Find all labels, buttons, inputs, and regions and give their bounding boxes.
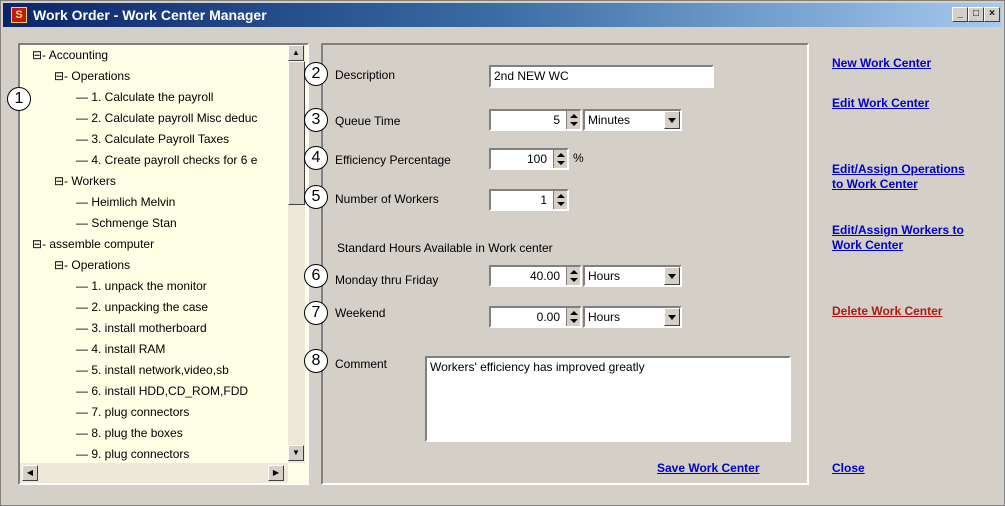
queue-time-input[interactable]: 5 [489, 109, 582, 131]
tree-node[interactable]: — Heimlich Melvin [76, 194, 175, 210]
work-center-manager-window: S Work Order - Work Center Manager _ □ ×… [0, 0, 1005, 506]
close-window-button[interactable]: × [984, 7, 1000, 22]
workers-label: Number of Workers [335, 192, 439, 206]
tree-node[interactable]: ⊟- Operations [54, 257, 130, 273]
weekday-hours-value: 40.00 [529, 269, 560, 283]
queue-time-unit-value: Minutes [588, 113, 631, 127]
weekend-label: Weekend [335, 306, 386, 320]
workers-input[interactable]: 1 [489, 189, 569, 211]
tree-node[interactable]: ⊟- Workers [54, 173, 116, 189]
queue-time-label: Queue Time [335, 114, 401, 128]
queue-time-spin-icon[interactable] [566, 111, 580, 129]
tree-node[interactable]: — 1. unpack the monitor [76, 278, 207, 294]
tree-node[interactable]: — 3. Calculate Payroll Taxes [76, 131, 229, 147]
weekday-hours-input[interactable]: 40.00 [489, 265, 582, 287]
edit-work-center-link[interactable]: Edit Work Center [832, 96, 929, 110]
weekend-hours-input[interactable]: 0.00 [489, 306, 582, 328]
comment-label: Comment [335, 357, 388, 371]
assign-workers-link[interactable]: Edit/Assign Workers to [832, 223, 964, 237]
tree-node[interactable]: — 1. Calculate the payroll [76, 89, 213, 105]
weekday-unit-select[interactable]: Hours [583, 265, 682, 287]
scroll-up-icon[interactable]: ▲ [288, 45, 304, 61]
callout-8: 8 [304, 349, 328, 373]
efficiency-spin-icon[interactable] [553, 150, 567, 168]
maximize-button[interactable]: □ [968, 7, 984, 22]
tree-node[interactable]: — 5. install network,video,sb [76, 362, 229, 378]
weekend-unit-select[interactable]: Hours [583, 306, 682, 328]
chevron-down-icon[interactable] [664, 267, 680, 285]
workers-spin-icon[interactable] [553, 191, 567, 209]
tree-horizontal-scrollbar[interactable]: ◀ ▶ [20, 463, 288, 483]
tree-node[interactable]: — 6. install HDD,CD_ROM,FDD [76, 383, 248, 399]
tree-node[interactable]: ⊟- assemble computer [32, 236, 154, 252]
new-work-center-link[interactable]: New Work Center [832, 56, 931, 70]
callout-3: 3 [304, 108, 328, 132]
tree-node[interactable]: — 7. plug connectors [76, 404, 189, 420]
vertical-scroll-thumb[interactable] [288, 61, 305, 205]
callout-2: 2 [304, 62, 328, 86]
tree-node[interactable]: — Schmenge Stan [76, 215, 177, 231]
weekend-spin-icon[interactable] [566, 308, 580, 326]
chevron-down-icon[interactable] [664, 308, 680, 326]
work-center-tree[interactable]: ⊟- Accounting ⊟- Operations — 1. Calcula… [18, 43, 309, 485]
callout-6: 6 [304, 264, 328, 288]
comment-textarea[interactable]: Workers' efficiency has improved greatly [425, 356, 791, 442]
chevron-down-icon[interactable] [664, 111, 680, 129]
delete-work-center-link[interactable]: Delete Work Center [832, 304, 942, 318]
tree-node[interactable]: ⊟- Accounting [32, 47, 108, 63]
callout-1: 1 [7, 87, 31, 111]
app-icon: S [11, 7, 27, 23]
weekend-unit-value: Hours [588, 310, 621, 324]
minimize-button[interactable]: _ [952, 7, 968, 22]
efficiency-input[interactable]: 100 [489, 148, 569, 170]
tree-node[interactable]: — 2. unpacking the case [76, 299, 208, 315]
tree-node[interactable]: — 4. Create payroll checks for 6 e [76, 152, 257, 168]
callout-7: 7 [304, 301, 328, 325]
assign-workers-link-line-2[interactable]: Work Center [832, 238, 903, 252]
tree-node[interactable]: — 3. install motherboard [76, 320, 207, 336]
weekend-hours-value: 0.00 [536, 310, 560, 324]
scroll-left-icon[interactable]: ◀ [22, 465, 38, 481]
description-label: Description [335, 68, 396, 82]
weekday-spin-icon[interactable] [566, 267, 580, 285]
tree-node[interactable]: — 4. install RAM [76, 341, 165, 357]
scroll-down-icon[interactable]: ▼ [288, 445, 304, 461]
title-bar[interactable]: S Work Order - Work Center Manager _ □ × [3, 3, 1002, 27]
efficiency-label: Efficiency Percentage [335, 153, 451, 167]
weekday-label: Monday thru Friday [335, 273, 439, 287]
efficiency-value: 100 [526, 152, 547, 166]
assign-operations-link[interactable]: Edit/Assign Operations [832, 162, 965, 176]
tree-node[interactable]: — 2. Calculate payroll Misc deduc [76, 110, 257, 126]
queue-time-unit-select[interactable]: Minutes [583, 109, 682, 131]
callout-5: 5 [304, 185, 328, 209]
tree-vertical-scrollbar[interactable]: ▲ ▼ [288, 45, 305, 463]
queue-time-value: 5 [553, 113, 560, 127]
percent-sign: % [573, 151, 584, 165]
callout-4: 4 [304, 146, 328, 170]
description-input[interactable]: 2nd NEW WC [489, 65, 714, 88]
save-work-center-link[interactable]: Save Work Center [657, 461, 760, 475]
tree-node[interactable]: — 9. plug connectors [76, 446, 189, 462]
scroll-right-icon[interactable]: ▶ [268, 465, 284, 481]
close-link[interactable]: Close [832, 461, 865, 475]
window-title: Work Order - Work Center Manager [33, 7, 267, 23]
tree-node[interactable]: — 8. plug the boxes [76, 425, 183, 441]
workers-value: 1 [540, 193, 547, 207]
standard-hours-heading: Standard Hours Available in Work center [337, 241, 553, 255]
tree-node[interactable]: ⊟- Operations [54, 68, 130, 84]
weekday-unit-value: Hours [588, 269, 621, 283]
assign-operations-link-line-2[interactable]: to Work Center [832, 177, 918, 191]
